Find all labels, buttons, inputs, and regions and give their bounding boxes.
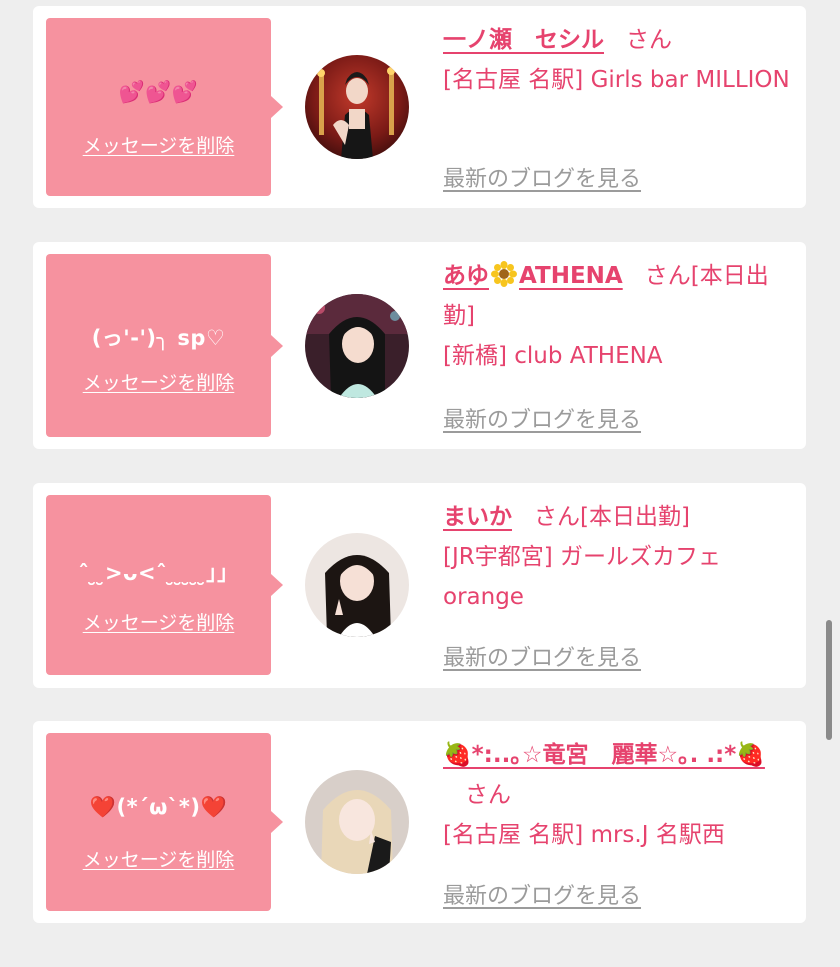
message-bubble: ˆ ̮ ̮>ᴗ<ˆ ̮ ̮ ̮ ̮ ̮」」 メッセージを削除 (46, 495, 283, 675)
honorific: さん (534, 504, 580, 530)
message-card: 💕💕💕 メッセージを削除 一ノ瀬 セシル さん [名古屋 名駅] Girls b… (33, 6, 806, 208)
cast-info: 🍓*:..｡☆竜宮 麗華☆｡. .:*🍓 さん [名古屋 名駅] mrs.J 名駅… (443, 735, 793, 855)
avatar[interactable] (305, 294, 409, 398)
honorific: さん (626, 27, 672, 53)
honorific: さん (644, 263, 691, 289)
shop-name: [名古屋 名駅] Girls bar MILLION (443, 67, 790, 93)
message-text: ˆ ̮ ̮>ᴗ<ˆ ̮ ̮ ̮ ̮ ̮」」 (78, 561, 239, 585)
message-card: (っ'-')╮ sp♡ メッセージを削除 あゆ ATHENA さん[本日出勤] [新… (33, 242, 806, 449)
cast-name-link[interactable]: 一ノ瀬 セシル (443, 27, 604, 53)
message-text: (っ'-')╮ sp♡ (91, 326, 226, 350)
honorific: さん (465, 782, 511, 808)
latest-blog-link[interactable]: 最新のブログを見る (443, 161, 641, 193)
latest-blog-link[interactable]: 最新のブログを見る (443, 640, 641, 672)
cast-name-link[interactable]: あゆ ATHENA (443, 261, 623, 289)
delete-message-link[interactable]: メッセージを削除 (46, 845, 271, 872)
cast-info: まいか さん[本日出勤] [JR宇都宮] ガールズカフェ orange (443, 497, 793, 617)
cast-name-part: ATHENA (519, 263, 623, 289)
cast-name-link[interactable]: まいか (443, 504, 512, 530)
shop-name: [名古屋 名駅] mrs.J 名駅西 (443, 822, 725, 848)
message-text: ❤️(*´ω`*)❤️ (89, 795, 228, 819)
cast-info: 一ノ瀬 セシル さん [名古屋 名駅] Girls bar MILLION (443, 20, 793, 100)
delete-message-link[interactable]: メッセージを削除 (46, 131, 271, 158)
cast-name-part: あゆ (443, 263, 489, 289)
message-bubble: (っ'-')╮ sp♡ メッセージを削除 (46, 254, 283, 437)
cast-name-link[interactable]: 🍓*:..｡☆竜宮 麗華☆｡. .:*🍓 (443, 742, 765, 768)
message-card: ❤️(*´ω`*)❤️ メッセージを削除 🍓*:..｡☆竜宮 麗華☆｡. .:*… (33, 721, 806, 923)
delete-message-link[interactable]: メッセージを削除 (46, 608, 271, 635)
sunflower-icon (491, 261, 517, 287)
cast-info: あゆ ATHENA さん[本日出勤] [新橋] club ATHENA (443, 256, 793, 376)
message-text: 💕💕💕 (118, 80, 199, 104)
avatar[interactable] (305, 770, 409, 874)
latest-blog-link[interactable]: 最新のブログを見る (443, 878, 641, 910)
avatar[interactable] (305, 533, 409, 637)
shop-name: [JR宇都宮] ガールズカフェ orange (443, 544, 722, 610)
delete-message-link[interactable]: メッセージを削除 (46, 368, 271, 395)
avatar[interactable] (305, 55, 409, 159)
latest-blog-link[interactable]: 最新のブログを見る (443, 402, 641, 434)
message-card: ˆ ̮ ̮>ᴗ<ˆ ̮ ̮ ̮ ̮ ̮」」 メッセージを削除 まいか さん[本日出… (33, 483, 806, 688)
attendance-status: [本日出勤] (580, 504, 690, 530)
scrollbar[interactable] (826, 620, 832, 740)
shop-name: [新橋] club ATHENA (443, 343, 663, 369)
message-bubble: ❤️(*´ω`*)❤️ メッセージを削除 (46, 733, 283, 911)
message-bubble: 💕💕💕 メッセージを削除 (46, 18, 283, 196)
